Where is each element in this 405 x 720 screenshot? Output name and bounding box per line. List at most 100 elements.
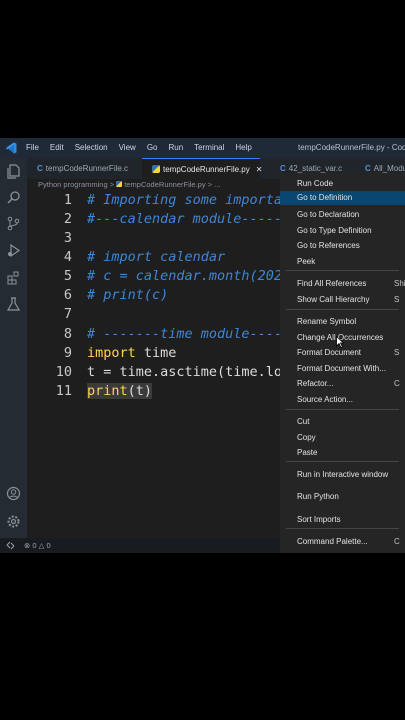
menu-go[interactable]: Go — [147, 143, 158, 152]
tab-tempcoderunnerfile-py[interactable]: tempCodeRunnerFile.py ✕ — [142, 158, 263, 179]
code-line[interactable]: #---calendar module----- — [87, 211, 282, 227]
menu-find-all-references[interactable]: Find All References — [297, 279, 366, 288]
source-control-icon[interactable] — [6, 216, 21, 231]
menu-sort-imports[interactable]: Sort Imports — [297, 515, 341, 524]
shortcut-label: C — [394, 537, 400, 546]
line-number: 5 — [63, 268, 72, 284]
code-text: time — [135, 345, 177, 361]
menu-go-to-definition[interactable]: Go to Definition — [280, 191, 405, 205]
activity-bar — [0, 158, 27, 553]
menu-cut[interactable]: Cut — [297, 417, 309, 426]
c-file-icon: C — [365, 164, 371, 173]
tab-tempcoderunnerfile-c[interactable]: CtempCodeRunnerFile.c — [27, 158, 142, 179]
shortcut-label: S — [394, 295, 400, 304]
breadcrumb: Python programming > tempCodeRunnerFile.… — [38, 180, 220, 189]
code-line-selected[interactable]: print(t) — [87, 383, 153, 399]
tab-label: tempCodeRunnerFile.py — [163, 165, 250, 174]
shortcut-label: S — [394, 348, 400, 357]
c-file-icon: C — [37, 164, 43, 173]
line-number: 1 — [63, 192, 72, 208]
line-number: 7 — [63, 306, 72, 322]
vscode-logo-icon — [6, 142, 17, 154]
breadcrumb-file[interactable]: tempCodeRunnerFile.py — [124, 180, 205, 189]
menu-separator — [286, 270, 399, 271]
tab-label: 42_static_var.c — [288, 164, 343, 173]
python-file-icon — [152, 165, 160, 173]
menu-run-python[interactable]: Run Python — [297, 492, 339, 501]
extensions-icon[interactable] — [6, 270, 21, 285]
breadcrumb-separator: > — [109, 180, 115, 189]
testing-icon[interactable] — [6, 297, 21, 312]
menu-go-to-type-definition[interactable]: Go to Type Definition — [297, 226, 372, 235]
close-tab-icon[interactable]: ✕ — [256, 165, 263, 174]
settings-gear-icon[interactable] — [6, 514, 21, 529]
breadcrumb-more[interactable]: > ... — [208, 180, 221, 189]
line-number: 10 — [55, 364, 72, 380]
menu-separator — [286, 461, 399, 462]
tab-label: All_Module — [373, 164, 405, 173]
shortcut-label: C — [394, 379, 400, 388]
menu-separator — [286, 528, 399, 529]
menu-copy[interactable]: Copy — [297, 433, 316, 442]
warning-count: 0 — [46, 541, 51, 550]
breadcrumb-folder[interactable]: Python programming — [38, 180, 108, 189]
code-text: (t) — [127, 383, 153, 399]
problems-indicator[interactable]: ⊗ 0 △ 0 — [24, 541, 51, 550]
search-icon[interactable] — [6, 190, 21, 205]
menu-format-document[interactable]: Format Document — [297, 348, 361, 357]
line-number: 11 — [55, 383, 72, 399]
run-debug-icon[interactable] — [6, 243, 21, 258]
line-number: 9 — [63, 345, 72, 361]
line-number: 4 — [63, 249, 72, 265]
menu-source-action[interactable]: Source Action... — [297, 395, 353, 404]
code-line[interactable]: # -------time module---- — [87, 326, 282, 342]
menu-rename-symbol[interactable]: Rename Symbol — [297, 317, 356, 326]
keyword-print: print — [87, 383, 128, 399]
code-line[interactable]: import time — [87, 345, 176, 361]
code-line[interactable]: # print(c) — [87, 287, 168, 303]
line-number: 6 — [63, 287, 72, 303]
keyword-import: import — [87, 345, 136, 361]
menu-go-to-declaration[interactable]: Go to Declaration — [297, 210, 359, 219]
remote-icon[interactable] — [6, 541, 15, 550]
vscode-window: File Edit Selection View Go Run Terminal… — [0, 138, 405, 553]
code-line[interactable]: t = time.asctime(time.lo — [87, 364, 282, 380]
title-bar: File Edit Selection View Go Run Terminal… — [0, 138, 405, 158]
code-editor[interactable]: 1 # Importing some importa 2 #---calenda… — [27, 190, 282, 530]
window-title: tempCodeRunnerFile.py - Coding — [298, 143, 405, 152]
menu-format-document-with[interactable]: Format Document With... — [297, 364, 386, 373]
menu-view[interactable]: View — [119, 143, 136, 152]
menu-run-in-interactive-window[interactable]: Run in Interactive window — [297, 470, 388, 479]
line-number: 8 — [63, 326, 72, 342]
menu-run-code[interactable]: Run Code — [297, 179, 333, 188]
error-icon: ⊗ — [24, 541, 31, 550]
context-menu: Run Code Go to Definition Go to Declarat… — [280, 173, 405, 553]
menu-help[interactable]: Help — [235, 143, 251, 152]
menu-separator — [286, 409, 399, 410]
line-number: 2 — [63, 211, 72, 227]
code-line[interactable]: # c = calendar.month(202 — [87, 268, 282, 284]
python-file-icon — [116, 181, 123, 187]
code-line[interactable]: # Importing some importa — [87, 192, 282, 208]
error-count: 0 — [32, 541, 37, 550]
menu-run[interactable]: Run — [168, 143, 183, 152]
menu-paste[interactable]: Paste — [297, 448, 317, 457]
menu-show-call-hierarchy[interactable]: Show Call Hierarchy — [297, 295, 369, 304]
menu-peek[interactable]: Peek — [297, 257, 315, 266]
account-icon[interactable] — [6, 486, 21, 501]
warning-icon: △ — [38, 541, 45, 550]
menu-file[interactable]: File — [26, 143, 39, 152]
menu-selection[interactable]: Selection — [75, 143, 108, 152]
mouse-cursor-icon — [336, 336, 344, 348]
menu-go-to-references[interactable]: Go to References — [297, 241, 360, 250]
menu-refactor[interactable]: Refactor... — [297, 379, 333, 388]
explorer-icon[interactable] — [6, 164, 21, 179]
code-line[interactable]: # import calendar — [87, 249, 225, 265]
menu-command-palette[interactable]: Command Palette... — [297, 537, 368, 546]
c-file-icon: C — [280, 164, 286, 173]
tab-label: tempCodeRunnerFile.c — [45, 164, 129, 173]
menu-terminal[interactable]: Terminal — [194, 143, 224, 152]
menu-edit[interactable]: Edit — [50, 143, 64, 152]
shortcut-label: Shi — [394, 279, 405, 288]
line-number: 3 — [63, 230, 72, 246]
